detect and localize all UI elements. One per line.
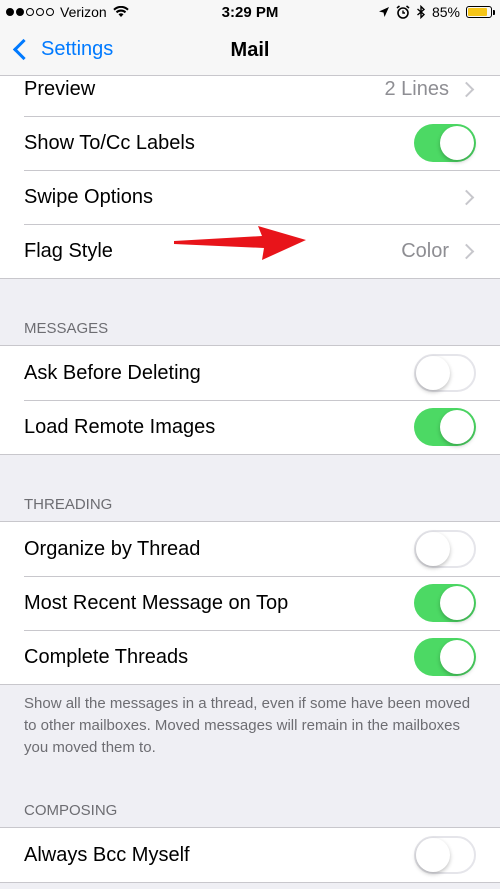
always-bcc-myself-toggle[interactable] [414, 836, 476, 874]
settings-list[interactable]: Preview 2 Lines Show To/Cc Labels Swipe … [0, 62, 500, 883]
messages-group: Ask Before Deleting Load Remote Images [0, 345, 500, 455]
row-value: Color [401, 239, 449, 262]
row-label: Load Remote Images [24, 415, 216, 438]
ask-before-deleting-toggle[interactable] [414, 354, 476, 392]
toggle-knob [440, 126, 474, 160]
row-label: Swipe Options [24, 185, 153, 208]
most-recent-on-top-toggle[interactable] [414, 584, 476, 622]
row-label: Ask Before Deleting [24, 361, 201, 384]
load-remote-images-toggle[interactable] [414, 408, 476, 446]
annotation-arrow-icon [174, 226, 306, 260]
bluetooth-icon [417, 5, 426, 19]
toggle-knob [416, 356, 450, 390]
row-label: Preview [24, 77, 96, 100]
toggle-knob [416, 838, 450, 872]
status-bar: Verizon 3:29 PM 85% [0, 0, 500, 26]
threading-section-header: THREADING [24, 496, 113, 513]
messages-section-header: MESSAGES [24, 320, 109, 337]
always-bcc-myself-row: Always Bcc Myself [0, 828, 500, 882]
complete-threads-row: Complete Threads [0, 630, 500, 684]
complete-threads-toggle[interactable] [414, 638, 476, 676]
row-label: Complete Threads [24, 645, 189, 668]
row-label: Most Recent Message on Top [24, 591, 289, 614]
threading-footer-note: Show all the messages in a thread, even … [24, 695, 471, 756]
row-value: 2 Lines [384, 77, 450, 100]
composing-group: Always Bcc Myself [0, 827, 500, 883]
composing-section-header: COMPOSING [24, 802, 118, 819]
top-bar: Verizon 3:29 PM 85% Settings Mail [0, 0, 500, 76]
show-to-cc-labels-toggle[interactable] [414, 124, 476, 162]
chevron-right-icon [458, 189, 475, 205]
swipe-options-row[interactable]: Swipe Options [0, 170, 500, 224]
toggle-knob [416, 532, 450, 566]
page-title: Mail [230, 39, 270, 61]
chevron-right-icon [458, 243, 475, 259]
battery-icon [466, 6, 495, 18]
toggle-knob [440, 640, 474, 674]
alarm-clock-icon [396, 5, 410, 19]
row-label: Always Bcc Myself [24, 843, 190, 866]
battery-fill [468, 8, 487, 16]
ask-before-deleting-row: Ask Before Deleting [0, 346, 500, 400]
organize-by-thread-row: Organize by Thread [0, 522, 500, 576]
most-recent-on-top-row: Most Recent Message on Top [0, 576, 500, 630]
toggle-knob [440, 410, 474, 444]
location-arrow-icon [378, 7, 389, 17]
toggle-knob [440, 586, 474, 620]
show-to-cc-labels-row: Show To/Cc Labels [0, 116, 500, 170]
load-remote-images-row: Load Remote Images [0, 400, 500, 454]
status-right: 85% [378, 4, 495, 20]
battery-percent: 85% [431, 4, 460, 20]
organize-by-thread-toggle[interactable] [414, 530, 476, 568]
row-label: Show To/Cc Labels [24, 131, 195, 154]
navigation-bar: Settings Mail [0, 30, 500, 72]
row-label: Organize by Thread [24, 537, 201, 560]
threading-group: Organize by Thread Most Recent Message o… [0, 521, 500, 685]
chevron-right-icon [458, 81, 475, 97]
